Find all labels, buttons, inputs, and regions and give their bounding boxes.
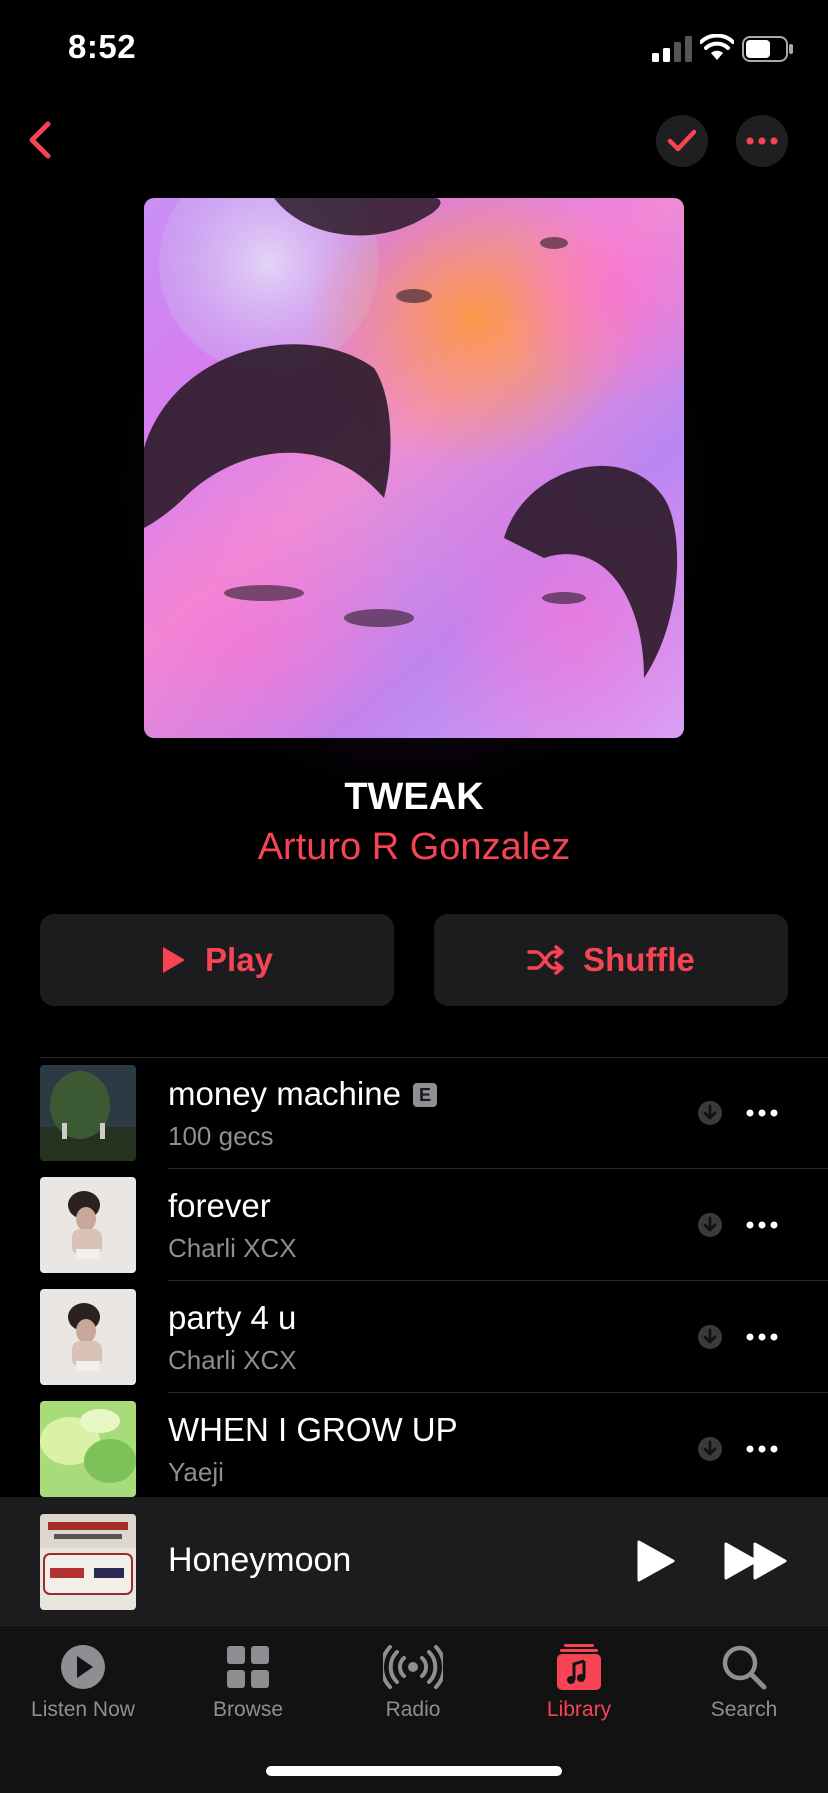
tab-search[interactable]: Search (661, 1638, 827, 1738)
battery-icon (742, 36, 793, 62)
download-icon[interactable] (697, 1212, 723, 1238)
checkmark-icon (667, 129, 697, 152)
track-more-icon[interactable] (744, 1101, 780, 1125)
track-row[interactable]: money machine E 100 gecs (0, 1057, 828, 1169)
tab-label: Radio (385, 1698, 441, 1721)
now-playing-title: Honeymoon (168, 1541, 352, 1579)
cellular-signal-icon (652, 36, 692, 62)
tab-browse[interactable]: Browse (165, 1638, 331, 1738)
tab-listen-now[interactable]: Listen Now (0, 1638, 166, 1738)
explicit-badge: E (412, 1083, 437, 1107)
track-artist: Charli XCX (168, 1345, 297, 1375)
track-title: money machine E (168, 1075, 437, 1113)
shuffle-icon (527, 945, 564, 975)
play-circle-icon (61, 1645, 105, 1689)
tab-radio[interactable]: Radio (330, 1638, 496, 1738)
play-icon (163, 947, 186, 973)
mini-play-icon[interactable] (636, 1539, 676, 1583)
play-button[interactable]: Play (40, 914, 394, 1006)
track-artwork (40, 1401, 136, 1497)
album-artwork (144, 198, 684, 738)
track-artist: Charli XCX (168, 1233, 297, 1263)
track-row[interactable]: WHEN I GROW UP Yaeji (0, 1393, 828, 1505)
tab-label: Browse (212, 1698, 284, 1721)
more-options-button[interactable] (736, 115, 788, 167)
track-artist: Yaeji (168, 1457, 224, 1487)
track-row[interactable]: party 4 u Charli XCX (0, 1281, 828, 1393)
radio-waves-icon (383, 1645, 443, 1689)
ellipsis-icon (746, 137, 778, 145)
grid-icon (227, 1646, 269, 1688)
tab-label: Library (546, 1698, 612, 1721)
download-icon[interactable] (697, 1436, 723, 1462)
track-artist: 100 gecs (168, 1121, 274, 1151)
added-to-library-button[interactable] (656, 115, 708, 167)
album-title: TWEAK (344, 776, 484, 818)
track-artwork (40, 1065, 136, 1161)
tab-label: Search (710, 1698, 778, 1721)
download-icon[interactable] (697, 1100, 723, 1126)
album-artist-link[interactable]: Arturo R Gonzalez (0, 826, 828, 869)
download-icon[interactable] (697, 1324, 723, 1350)
track-title: forever (168, 1187, 271, 1224)
track-row[interactable]: forever Charli XCX (0, 1169, 828, 1281)
shuffle-label: Shuffle (583, 941, 695, 978)
shuffle-button[interactable]: Shuffle (434, 914, 788, 1006)
artwork-illustration (144, 198, 684, 738)
mini-player[interactable]: Honeymoon (0, 1497, 828, 1625)
now-playing-artwork (40, 1514, 136, 1610)
magnifier-icon (722, 1645, 767, 1690)
track-title: party 4 u (168, 1299, 297, 1336)
track-artwork (40, 1289, 136, 1385)
status-bar: 8:52 (0, 0, 828, 100)
track-more-icon[interactable] (744, 1213, 780, 1237)
track-more-icon[interactable] (744, 1325, 780, 1349)
track-title: WHEN I GROW UP (168, 1411, 458, 1448)
home-indicator[interactable] (266, 1766, 562, 1776)
tab-label: Listen Now (31, 1698, 135, 1721)
status-time: 8:52 (68, 28, 137, 65)
wifi-icon (700, 34, 734, 60)
fast-forward-icon[interactable] (724, 1541, 788, 1581)
tab-library[interactable]: Library (496, 1638, 662, 1738)
track-artwork (40, 1177, 136, 1273)
play-label: Play (205, 941, 273, 978)
music-note-icon (557, 1644, 601, 1690)
track-more-icon[interactable] (744, 1437, 780, 1461)
back-chevron-icon[interactable] (22, 118, 62, 162)
